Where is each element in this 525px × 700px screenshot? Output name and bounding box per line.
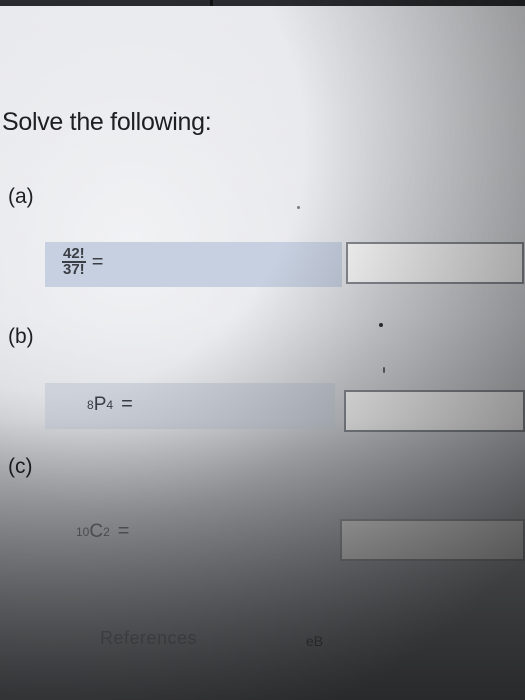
answer-input-c[interactable]	[340, 519, 525, 561]
answer-input-b[interactable]	[344, 390, 525, 432]
part-a-expression: 42! 37! =	[62, 246, 104, 278]
permutation-r: 4	[106, 397, 114, 412]
question-title: Solve the following:	[2, 108, 212, 136]
references-link[interactable]: References	[100, 628, 197, 649]
top-toolbar-edge	[0, 0, 525, 6]
screen-speck	[383, 367, 385, 373]
combination-symbol: C	[89, 520, 104, 542]
equals-sign: =	[91, 250, 104, 273]
permutation-symbol: P	[93, 393, 107, 415]
part-c-expression: 10 C 2 =	[76, 520, 129, 543]
equals-sign: =	[117, 520, 130, 542]
page-background	[0, 0, 525, 700]
ebook-link[interactable]: eB	[306, 633, 323, 649]
fraction-denominator: 37!	[63, 261, 85, 278]
part-c-label: (c)	[8, 455, 33, 478]
permutation-n: 8	[87, 397, 94, 412]
combination-r: 2	[103, 524, 110, 539]
screen-speck	[379, 323, 383, 327]
answer-input-a[interactable]	[346, 242, 524, 284]
factorial-fraction: 42! 37!	[62, 246, 86, 278]
toolbar-divider	[210, 0, 213, 6]
combination-n: 10	[76, 524, 90, 539]
screen-speck	[297, 206, 300, 209]
part-a-label: (a)	[8, 185, 34, 208]
part-b-expression: 8P4 =	[87, 393, 133, 416]
part-b-label: (b)	[8, 325, 34, 348]
equals-sign: =	[121, 393, 133, 415]
